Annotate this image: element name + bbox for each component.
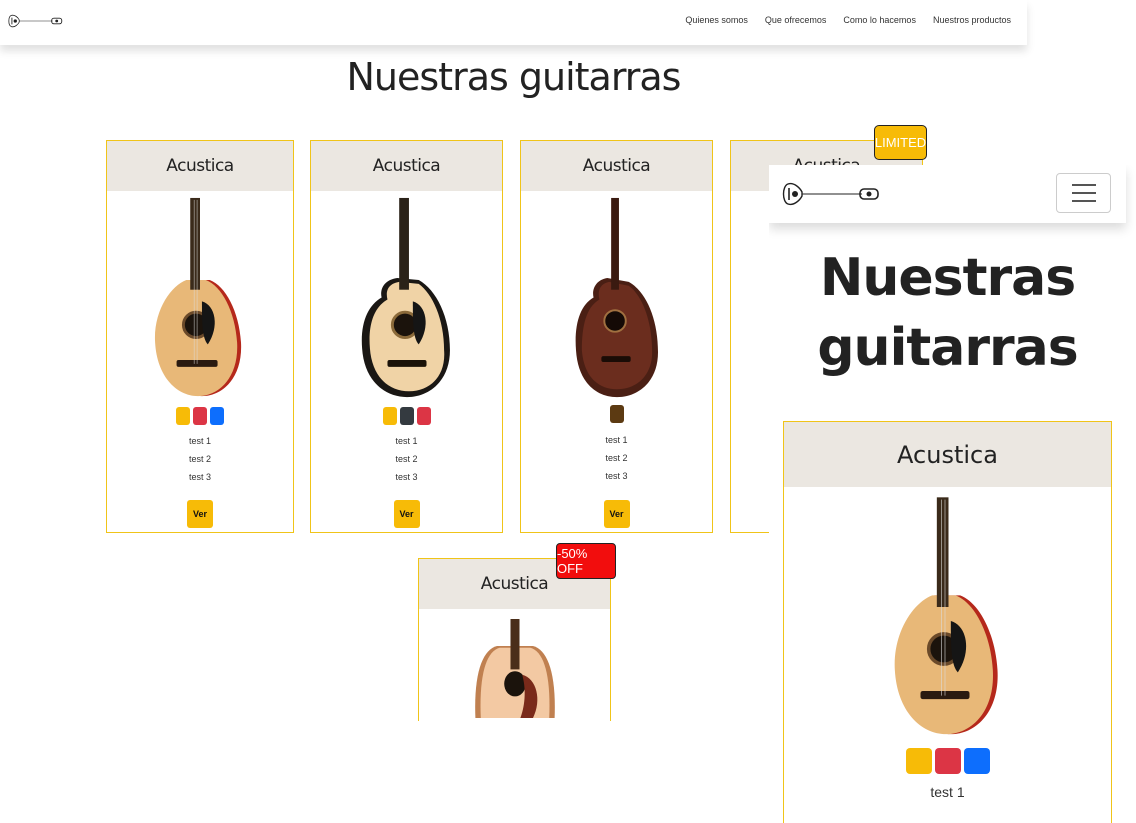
swatch-dark[interactable] <box>399 407 414 425</box>
product-card-title: Acustica <box>521 141 712 191</box>
menu-bar-icon <box>1071 200 1096 202</box>
swatch-yellow[interactable] <box>382 407 397 425</box>
guitar-logo-icon[interactable] <box>782 178 882 210</box>
feature-item: test 1 <box>395 436 418 446</box>
product-card: Acustica test 1 test 2 test 3 Ver <box>520 140 713 533</box>
feature-item: test 2 <box>395 454 418 464</box>
color-swatches <box>311 407 502 425</box>
swatch-blue[interactable] <box>963 748 990 774</box>
feature-item: test 2 <box>188 454 211 464</box>
menu-bar-icon <box>1071 184 1096 186</box>
guitar-logo-icon[interactable] <box>8 9 64 33</box>
swatch-red[interactable] <box>934 748 961 774</box>
dreadnought-guitar-image[interactable] <box>470 615 560 721</box>
product-card-title: Acustica <box>784 422 1111 487</box>
feature-item: test 3 <box>188 472 211 482</box>
swatch-brown[interactable] <box>609 405 624 423</box>
feature-item: test 3 <box>605 471 628 481</box>
product-card: Acustica <box>418 558 611 721</box>
brown-guitar-image[interactable] <box>567 196 667 401</box>
feature-list: test 1 test 2 test 3 <box>311 432 502 486</box>
color-swatches <box>784 748 1111 774</box>
swatch-red[interactable] <box>193 407 207 425</box>
product-card: Acustica test 1 test 2 test 3 Ver <box>106 140 294 533</box>
ver-button[interactable]: Ver <box>603 500 630 528</box>
feature-list: test 1 test 2 test 3 <box>107 432 293 486</box>
limited-badge: LIMITED <box>874 125 927 160</box>
nav-link-quienes-somos[interactable]: Quienes somos <box>685 15 748 25</box>
feature-item: test 1 <box>930 784 965 800</box>
mobile-page-title: Nuestras guitarras <box>817 248 1078 378</box>
ver-button[interactable]: Ver <box>187 500 213 528</box>
cutaway-guitar-image[interactable] <box>357 196 457 401</box>
mobile-view: Nuestras guitarras Acustica test 1 <box>769 165 1136 823</box>
feature-item: test 3 <box>395 472 418 482</box>
nav-links: Quienes somos Que ofrecemos Como lo hace… <box>685 15 1011 25</box>
mobile-product-card: Acustica test 1 <box>783 421 1112 823</box>
discount-badge: -50% OFF <box>556 543 616 579</box>
ver-button[interactable]: Ver <box>393 500 420 528</box>
feature-item: test 2 <box>605 453 628 463</box>
desktop-navbar: Quienes somos Que ofrecemos Como lo hace… <box>0 0 1027 45</box>
product-card-title: Acustica <box>311 141 502 191</box>
swatch-yellow[interactable] <box>176 407 190 425</box>
swatch-yellow[interactable] <box>905 748 932 774</box>
page-title: Nuestras guitarras <box>346 55 682 99</box>
hamburger-menu-button[interactable] <box>1056 173 1111 213</box>
feature-item: test 1 <box>605 435 628 445</box>
acoustic-guitar-image[interactable] <box>150 196 250 401</box>
swatch-red[interactable] <box>416 407 431 425</box>
color-swatches <box>107 407 293 425</box>
color-swatches <box>521 405 712 423</box>
feature-list: test 1 test 2 test 3 <box>521 431 712 485</box>
nav-link-nuestros-productos[interactable]: Nuestros productos <box>933 15 1011 25</box>
product-card: Acustica test 1 test 2 test 3 Ver <box>310 140 503 533</box>
mobile-navbar <box>769 165 1126 223</box>
feature-item: test 1 <box>188 436 211 446</box>
nav-link-como-lo-hacemos[interactable]: Como lo hacemos <box>843 15 916 25</box>
nav-link-que-ofrecemos[interactable]: Que ofrecemos <box>765 15 827 25</box>
swatch-blue[interactable] <box>210 407 224 425</box>
product-card-title: Acustica <box>107 141 293 191</box>
menu-bar-icon <box>1071 192 1096 194</box>
acoustic-guitar-image[interactable] <box>866 495 1031 740</box>
